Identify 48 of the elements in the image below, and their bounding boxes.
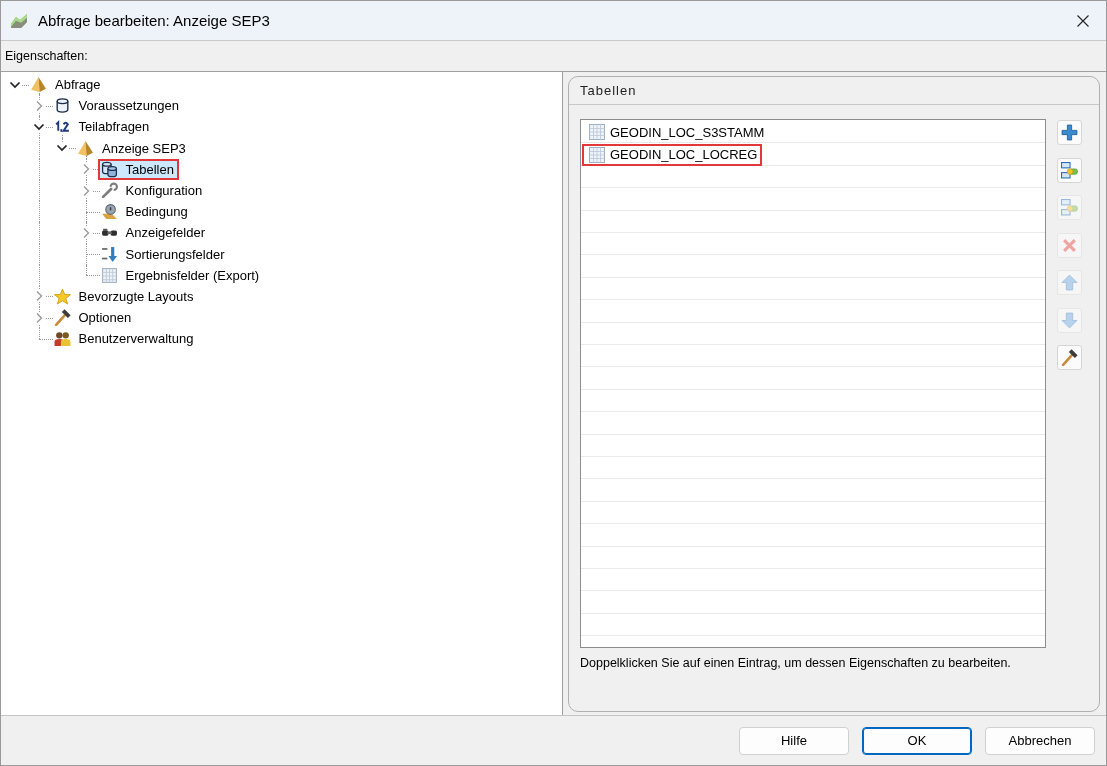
- tree-item[interactable]: Anzeige SEP3: [74, 137, 191, 159]
- cross-icon: [1061, 236, 1078, 254]
- tables-icon: [100, 160, 118, 178]
- app-icon: [10, 11, 28, 30]
- tree-item[interactable]: Anzeigefelder: [97, 222, 210, 244]
- tree-item[interactable]: Abfrage: [27, 74, 106, 96]
- dialog-button[interactable]: Hilfe: [739, 726, 849, 755]
- arrow-down-icon: [1061, 311, 1078, 329]
- tree-item[interactable]: Ergebnisfelder (Export): [97, 264, 265, 286]
- tree-item[interactable]: Konfiguration: [97, 180, 208, 202]
- linked-tables-icon: [1061, 199, 1078, 216]
- dialog-button[interactable]: Abbrechen: [985, 726, 1095, 755]
- add-button[interactable]: [1057, 120, 1082, 145]
- close-icon: [1077, 14, 1089, 27]
- grid-icon: [589, 146, 605, 163]
- tree-item[interactable]: Voraussetzungen: [50, 95, 184, 117]
- group-title: Tabellen: [580, 83, 637, 98]
- properties-label: Eigenschaften:: [5, 49, 88, 63]
- tree-item[interactable]: Tabellen: [97, 158, 179, 180]
- pyramid-icon: [30, 76, 47, 94]
- tree-item[interactable]: Bevorzugte Layouts: [50, 285, 199, 307]
- grid-icon: [100, 266, 118, 284]
- tree-item[interactable]: Teilabfragen: [50, 116, 155, 138]
- tree-item[interactable]: Benutzerverwaltung: [50, 328, 199, 350]
- users-icon: [53, 330, 71, 348]
- hammer-icon: [1061, 349, 1078, 366]
- star-icon: [53, 287, 71, 305]
- hint-text: Doppelklicken Sie auf einen Eintrag, um dessen Eigenschaften zu bearbeiten.: [580, 656, 1012, 670]
- properties-button[interactable]: [1057, 345, 1082, 370]
- tree-item[interactable]: Optionen: [50, 307, 137, 329]
- dialog-button[interactable]: OK: [862, 726, 972, 755]
- window-title: Abfrage bearbeiten: Anzeige SEP3: [38, 12, 270, 29]
- tree-item[interactable]: Bedingung: [97, 201, 193, 223]
- tree-item[interactable]: Sortierungsfelder: [97, 243, 230, 265]
- plus-icon: [1061, 124, 1078, 141]
- linked-tables-icon: [1061, 161, 1078, 179]
- sort-icon: [100, 245, 118, 263]
- database-icon: [53, 97, 71, 115]
- condition-icon: [100, 203, 118, 221]
- list-item[interactable]: GEODIN_LOC_LOCREG: [582, 143, 763, 166]
- link-table-button[interactable]: [1057, 157, 1082, 183]
- wrench-icon: [100, 182, 118, 200]
- grid-icon: [589, 124, 605, 141]
- list-item[interactable]: GEODIN_LOC_S3STAMM: [582, 121, 770, 144]
- pyramid-icon: [77, 139, 94, 157]
- tables-list[interactable]: GEODIN_LOC_S3STAMM GEODIN_LOC_LOCREG: [580, 119, 1046, 648]
- arrow-up-icon: [1061, 274, 1078, 291]
- hammer-icon: [53, 309, 71, 327]
